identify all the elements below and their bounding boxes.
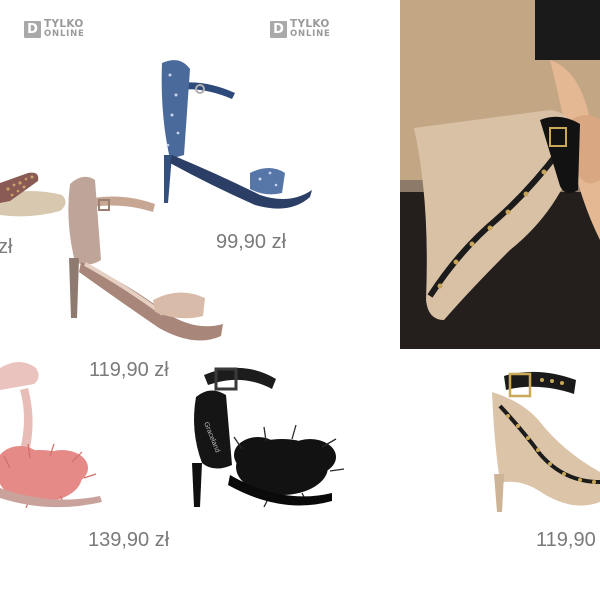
- price-glitter-rose: zł: [0, 236, 13, 258]
- lifestyle-photo: [400, 0, 600, 349]
- badge-line-2: ONLINE: [44, 29, 85, 39]
- product-nude-studded-pump[interactable]: [484, 362, 600, 522]
- nude-studded-pump-icon: [492, 371, 600, 512]
- legs-nude-pump-photo-icon: [400, 0, 600, 349]
- badge-line-1: TYLKO: [44, 18, 84, 30]
- badge-line-2: ONLINE: [290, 29, 331, 39]
- brand-d-icon: D: [270, 20, 287, 38]
- pink-feather-sandal-icon: [0, 362, 102, 509]
- brand-d-icon: D: [24, 20, 41, 38]
- price-pink-feather: 139,90 zł: [88, 529, 170, 551]
- product-black-feather-sandal[interactable]: Graceland: [182, 345, 347, 520]
- price-nude-studded: 119,90: [536, 529, 596, 551]
- black-feather-sandal-icon: Graceland: [192, 367, 345, 508]
- online-only-badge: D TYLKO ONLINE: [270, 19, 331, 39]
- rose-gold-sandal-icon: [68, 176, 223, 341]
- product-pink-feather-sandal[interactable]: [0, 338, 110, 513]
- online-only-badge: D TYLKO ONLINE: [24, 19, 85, 39]
- badge-line-1: TYLKO: [290, 18, 330, 30]
- product-rose-gold-sandal[interactable]: [55, 172, 230, 352]
